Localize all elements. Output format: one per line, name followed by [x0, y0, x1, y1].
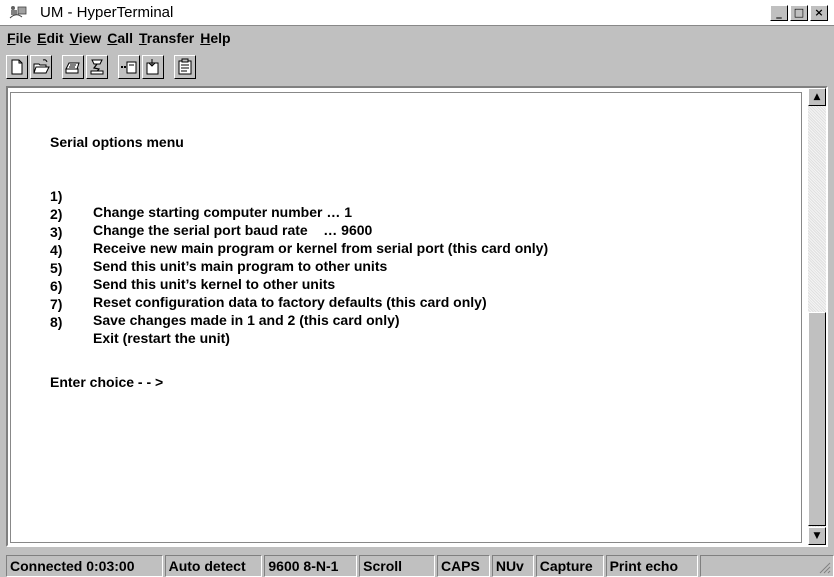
open-icon — [33, 59, 50, 74]
menu-bar: File Edit View Call Transfer Help — [0, 27, 834, 49]
resize-grip-icon[interactable] — [817, 560, 831, 574]
arrow-up-icon: ▲ — [813, 92, 821, 102]
receive-icon — [146, 59, 159, 75]
scroll-thumb[interactable] — [808, 312, 826, 526]
status-connected: Connected 0:03:00 — [6, 555, 163, 577]
open-button[interactable] — [30, 55, 52, 79]
status-empty — [700, 555, 834, 577]
window-title: UM - HyperTerminal — [40, 4, 174, 21]
send-icon — [121, 61, 137, 74]
properties-button[interactable] — [174, 55, 196, 79]
status-print-echo: Print echo — [605, 555, 699, 577]
status-bar: Connected 0:03:00 Auto detect 9600 8-N-1… — [6, 555, 834, 577]
vertical-scrollbar[interactable]: ▲ ▼ — [808, 88, 826, 545]
terminal-screen[interactable]: Serial options menu 1) Change starting c… — [10, 92, 802, 543]
disconnect-button[interactable] — [86, 55, 108, 79]
new-connection-icon — [11, 59, 23, 75]
option-text: Exit (restart the unit) — [93, 330, 230, 346]
disconnect-icon — [90, 59, 104, 75]
receive-button[interactable] — [142, 55, 164, 79]
new-connection-button[interactable] — [6, 55, 28, 79]
scroll-up-button[interactable]: ▲ — [808, 88, 826, 106]
hyperterminal-app-icon[interactable] — [8, 4, 30, 22]
connect-icon — [65, 62, 80, 74]
status-scroll: Scroll — [359, 555, 435, 577]
menu-call[interactable]: Call — [106, 30, 134, 46]
maximize-button[interactable]: □ — [790, 4, 808, 21]
menu-transfer[interactable]: Transfer — [138, 30, 195, 46]
terminal-frame: Serial options menu 1) Change starting c… — [6, 86, 828, 547]
status-num: NUv — [491, 555, 534, 577]
send-button[interactable] — [118, 55, 140, 79]
option-row-8: 8) Exit (restart the unit) — [11, 298, 801, 362]
menu-view[interactable]: View — [69, 30, 103, 46]
close-button[interactable]: × — [810, 4, 828, 21]
choice-prompt: Enter choice - - > — [50, 374, 164, 390]
toolbar — [6, 51, 828, 83]
minimize-button[interactable]: _ — [770, 4, 788, 21]
menu-edit[interactable]: Edit — [36, 30, 64, 46]
menu-heading: Serial options menu — [50, 134, 184, 150]
option-number: 8) — [50, 314, 63, 330]
menu-file[interactable]: File — [6, 30, 32, 46]
scroll-down-button[interactable]: ▼ — [808, 527, 826, 545]
status-port-settings: 9600 8-N-1 — [264, 555, 358, 577]
title-bar: UM - HyperTerminal _ □ × — [0, 0, 834, 26]
properties-icon — [178, 58, 192, 75]
status-detect: Auto detect — [164, 555, 263, 577]
status-caps: CAPS — [436, 555, 490, 577]
menu-help[interactable]: Help — [199, 30, 231, 46]
arrow-down-icon: ▼ — [813, 531, 821, 541]
status-capture: Capture — [535, 555, 604, 577]
connect-button[interactable] — [62, 55, 84, 79]
